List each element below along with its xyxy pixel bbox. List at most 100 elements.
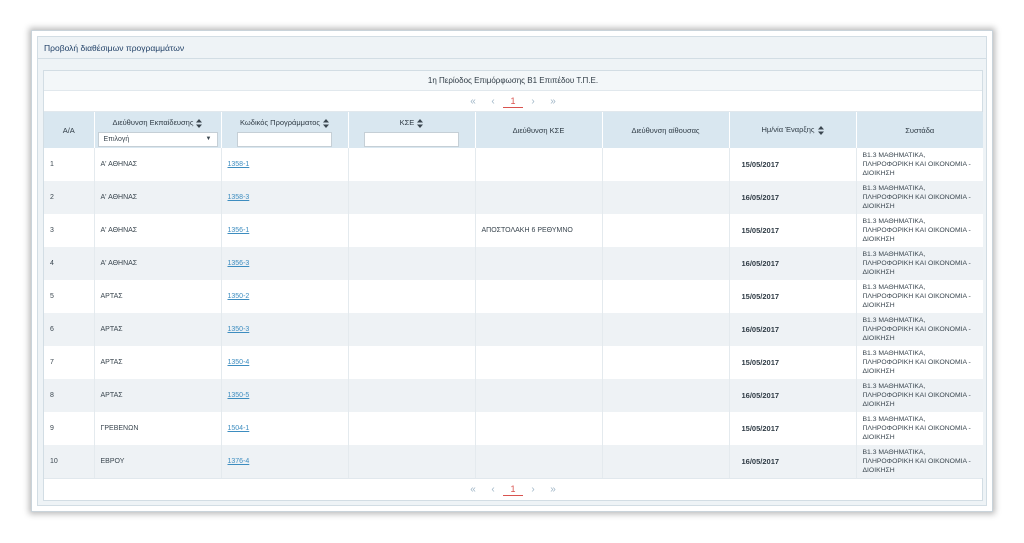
table-row: 1 Α' ΑΘΗΝΑΣ 1358-1 15/05/2017 Β1.3 ΜΑΘΗΜΑΤΙΚ… <box>44 148 983 181</box>
header-kse-address: Διεύθυνση ΚΣΕ <box>475 112 603 148</box>
cell-program-code: 1350-4 <box>221 346 349 379</box>
cell-subject: Β1.3 ΜΑΘΗΜΑΤΙΚΑ, ΠΛΗΡΟΦΟΡΙΚΗ ΚΑΙ ΟΙΚΟΝΟΜ… <box>856 214 983 247</box>
next-page-icon[interactable]: › <box>523 96 543 107</box>
table-row: 6 ΑΡΤΑΣ 1350-3 16/05/2017 Β1.3 ΜΑΘΗΜΑΤΙΚΑ, Π… <box>44 313 983 346</box>
cell-room-address <box>602 412 730 445</box>
cell-start-date: 15/05/2017 <box>729 214 857 247</box>
last-page-icon[interactable]: » <box>543 484 563 495</box>
first-page-icon[interactable]: « <box>463 96 483 107</box>
header-start-date[interactable]: Ημ/νία Έναρξης <box>729 112 857 148</box>
prev-page-icon[interactable]: ‹ <box>483 96 503 107</box>
cell-start-date: 16/05/2017 <box>729 379 857 412</box>
sort-icon[interactable] <box>322 118 329 128</box>
cell-aa: 8 <box>44 379 95 412</box>
table-row: 2 Α' ΑΘΗΝΑΣ 1358-3 16/05/2017 Β1.3 ΜΑΘΗΜΑΤΙΚ… <box>44 181 983 214</box>
pager-top: « ‹ 1 › » <box>44 91 982 112</box>
table-row: 10 ΕΒΡΟΥ 1376-4 16/05/2017 Β1.3 ΜΑΘΗΜΑΤΙΚΑ, … <box>44 445 983 478</box>
cell-program-code: 1358-3 <box>221 181 349 214</box>
cell-start-date: 15/05/2017 <box>729 346 857 379</box>
cell-program-code: 1350-5 <box>221 379 349 412</box>
sort-icon[interactable] <box>417 118 424 128</box>
header-room-address: Διεύθυνση αίθουσας <box>602 112 730 148</box>
header-directorate-label: Διεύθυνση Εκπαίδευσης <box>112 118 194 127</box>
cell-directorate: Α' ΑΘΗΝΑΣ <box>94 181 222 214</box>
cell-room-address <box>602 379 730 412</box>
cell-aa: 4 <box>44 247 95 280</box>
cell-kse <box>348 148 476 181</box>
cell-program-code: 1356-3 <box>221 247 349 280</box>
table-row: 5 ΑΡΤΑΣ 1350-2 15/05/2017 Β1.3 ΜΑΘΗΜΑΤΙΚΑ, Π… <box>44 280 983 313</box>
sort-icon[interactable] <box>817 125 824 135</box>
table-caption: 1η Περίοδος Επιμόρφωσης Β1 Επιπέδου Τ.Π.… <box>44 71 982 91</box>
cell-start-date: 15/05/2017 <box>729 148 857 181</box>
program-code-link[interactable]: 1350-5 <box>228 392 250 399</box>
header-kse-label: ΚΣΕ <box>399 118 415 127</box>
header-subject-label: Συστάδα <box>905 125 935 135</box>
cell-subject: Β1.3 ΜΑΘΗΜΑΤΙΚΑ, ΠΛΗΡΟΦΟΡΙΚΗ ΚΑΙ ΟΙΚΟΝΟΜ… <box>856 412 983 445</box>
cell-directorate: ΑΡΤΑΣ <box>94 379 222 412</box>
cell-directorate: ΓΡΕΒΕΝΩΝ <box>94 412 222 445</box>
cell-aa: 3 <box>44 214 95 247</box>
cell-aa: 2 <box>44 181 95 214</box>
cell-program-code: 1350-2 <box>221 280 349 313</box>
directorate-filter-select[interactable]: Επιλογή ▼ <box>97 131 218 147</box>
directorate-filter-value: Επιλογή <box>103 135 130 143</box>
table-row: 3 Α' ΑΘΗΝΑΣ 1356-1 ΑΠΟΣΤΟΛΑΚΗ 6 ΡΕΘΥΜΝΟ 15/0… <box>44 214 983 247</box>
cell-directorate: ΕΒΡΟΥ <box>94 445 222 478</box>
cell-start-date: 15/05/2017 <box>729 412 857 445</box>
caret-down-icon: ▼ <box>205 135 212 142</box>
cell-kse <box>348 313 476 346</box>
last-page-icon[interactable]: » <box>543 96 563 107</box>
program-code-filter-input[interactable] <box>237 131 332 147</box>
cell-start-date: 16/05/2017 <box>729 445 857 478</box>
program-code-link[interactable]: 1358-3 <box>228 194 250 201</box>
program-code-link[interactable]: 1356-3 <box>228 260 250 267</box>
page-current[interactable]: 1 <box>503 95 523 108</box>
cell-room-address <box>602 148 730 181</box>
cell-room-address <box>602 445 730 478</box>
next-page-icon[interactable]: › <box>523 484 543 495</box>
header-program-code[interactable]: Κωδικός Προγράμματος <box>221 112 349 148</box>
header-subject: Συστάδα <box>856 112 983 148</box>
header-kse-address-label: Διεύθυνση ΚΣΕ <box>512 125 565 135</box>
prev-page-icon[interactable]: ‹ <box>483 484 503 495</box>
table-header-row: Α/Α Διεύθυνση Εκπαίδευσης Επιλογή ▼ Κωδι… <box>44 112 983 148</box>
cell-room-address <box>602 214 730 247</box>
program-code-link[interactable]: 1356-1 <box>228 227 250 234</box>
table-body: 1 Α' ΑΘΗΝΑΣ 1358-1 15/05/2017 Β1.3 ΜΑΘΗΜΑΤΙΚ… <box>44 148 983 478</box>
cell-aa: 9 <box>44 412 95 445</box>
cell-program-code: 1356-1 <box>221 214 349 247</box>
table-row: 4 Α' ΑΘΗΝΑΣ 1356-3 16/05/2017 Β1.3 ΜΑΘΗΜΑΤΙΚ… <box>44 247 983 280</box>
cell-room-address <box>602 247 730 280</box>
kse-filter-input[interactable] <box>364 131 459 147</box>
cell-kse-address <box>475 181 603 214</box>
program-code-link[interactable]: 1376-4 <box>228 458 250 465</box>
first-page-icon[interactable]: « <box>463 484 483 495</box>
cell-directorate: Α' ΑΘΗΝΑΣ <box>94 214 222 247</box>
program-code-link[interactable]: 1504-1 <box>228 425 250 432</box>
table-row: 7 ΑΡΤΑΣ 1350-4 15/05/2017 Β1.3 ΜΑΘΗΜΑΤΙΚΑ, Π… <box>44 346 983 379</box>
table-row: 8 ΑΡΤΑΣ 1350-5 16/05/2017 Β1.3 ΜΑΘΗΜΑΤΙΚΑ, Π… <box>44 379 983 412</box>
window-frame: Προβολή διαθέσιμων προγραμμάτων 1η Περίο… <box>31 30 993 512</box>
cell-kse <box>348 412 476 445</box>
sort-icon[interactable] <box>196 118 203 128</box>
cell-kse <box>348 181 476 214</box>
program-code-link[interactable]: 1350-2 <box>228 293 250 300</box>
cell-start-date: 16/05/2017 <box>729 247 857 280</box>
cell-subject: Β1.3 ΜΑΘΗΜΑΤΙΚΑ, ΠΛΗΡΟΦΟΡΙΚΗ ΚΑΙ ΟΙΚΟΝΟΜ… <box>856 280 983 313</box>
cell-kse-address <box>475 313 603 346</box>
cell-room-address <box>602 280 730 313</box>
cell-aa: 10 <box>44 445 95 478</box>
header-kse[interactable]: ΚΣΕ <box>348 112 476 148</box>
header-directorate[interactable]: Διεύθυνση Εκπαίδευσης Επιλογή ▼ <box>94 112 222 148</box>
program-code-link[interactable]: 1358-1 <box>228 161 250 168</box>
page-current[interactable]: 1 <box>503 483 523 496</box>
cell-subject: Β1.3 ΜΑΘΗΜΑΤΙΚΑ, ΠΛΗΡΟΦΟΡΙΚΗ ΚΑΙ ΟΙΚΟΝΟΜ… <box>856 148 983 181</box>
cell-kse-address <box>475 148 603 181</box>
program-code-link[interactable]: 1350-3 <box>228 326 250 333</box>
cell-room-address <box>602 181 730 214</box>
programs-table: Α/Α Διεύθυνση Εκπαίδευσης Επιλογή ▼ Κωδι… <box>44 112 983 478</box>
cell-subject: Β1.3 ΜΑΘΗΜΑΤΙΚΑ, ΠΛΗΡΟΦΟΡΙΚΗ ΚΑΙ ΟΙΚΟΝΟΜ… <box>856 346 983 379</box>
header-aa: Α/Α <box>44 112 95 148</box>
program-code-link[interactable]: 1350-4 <box>228 359 250 366</box>
